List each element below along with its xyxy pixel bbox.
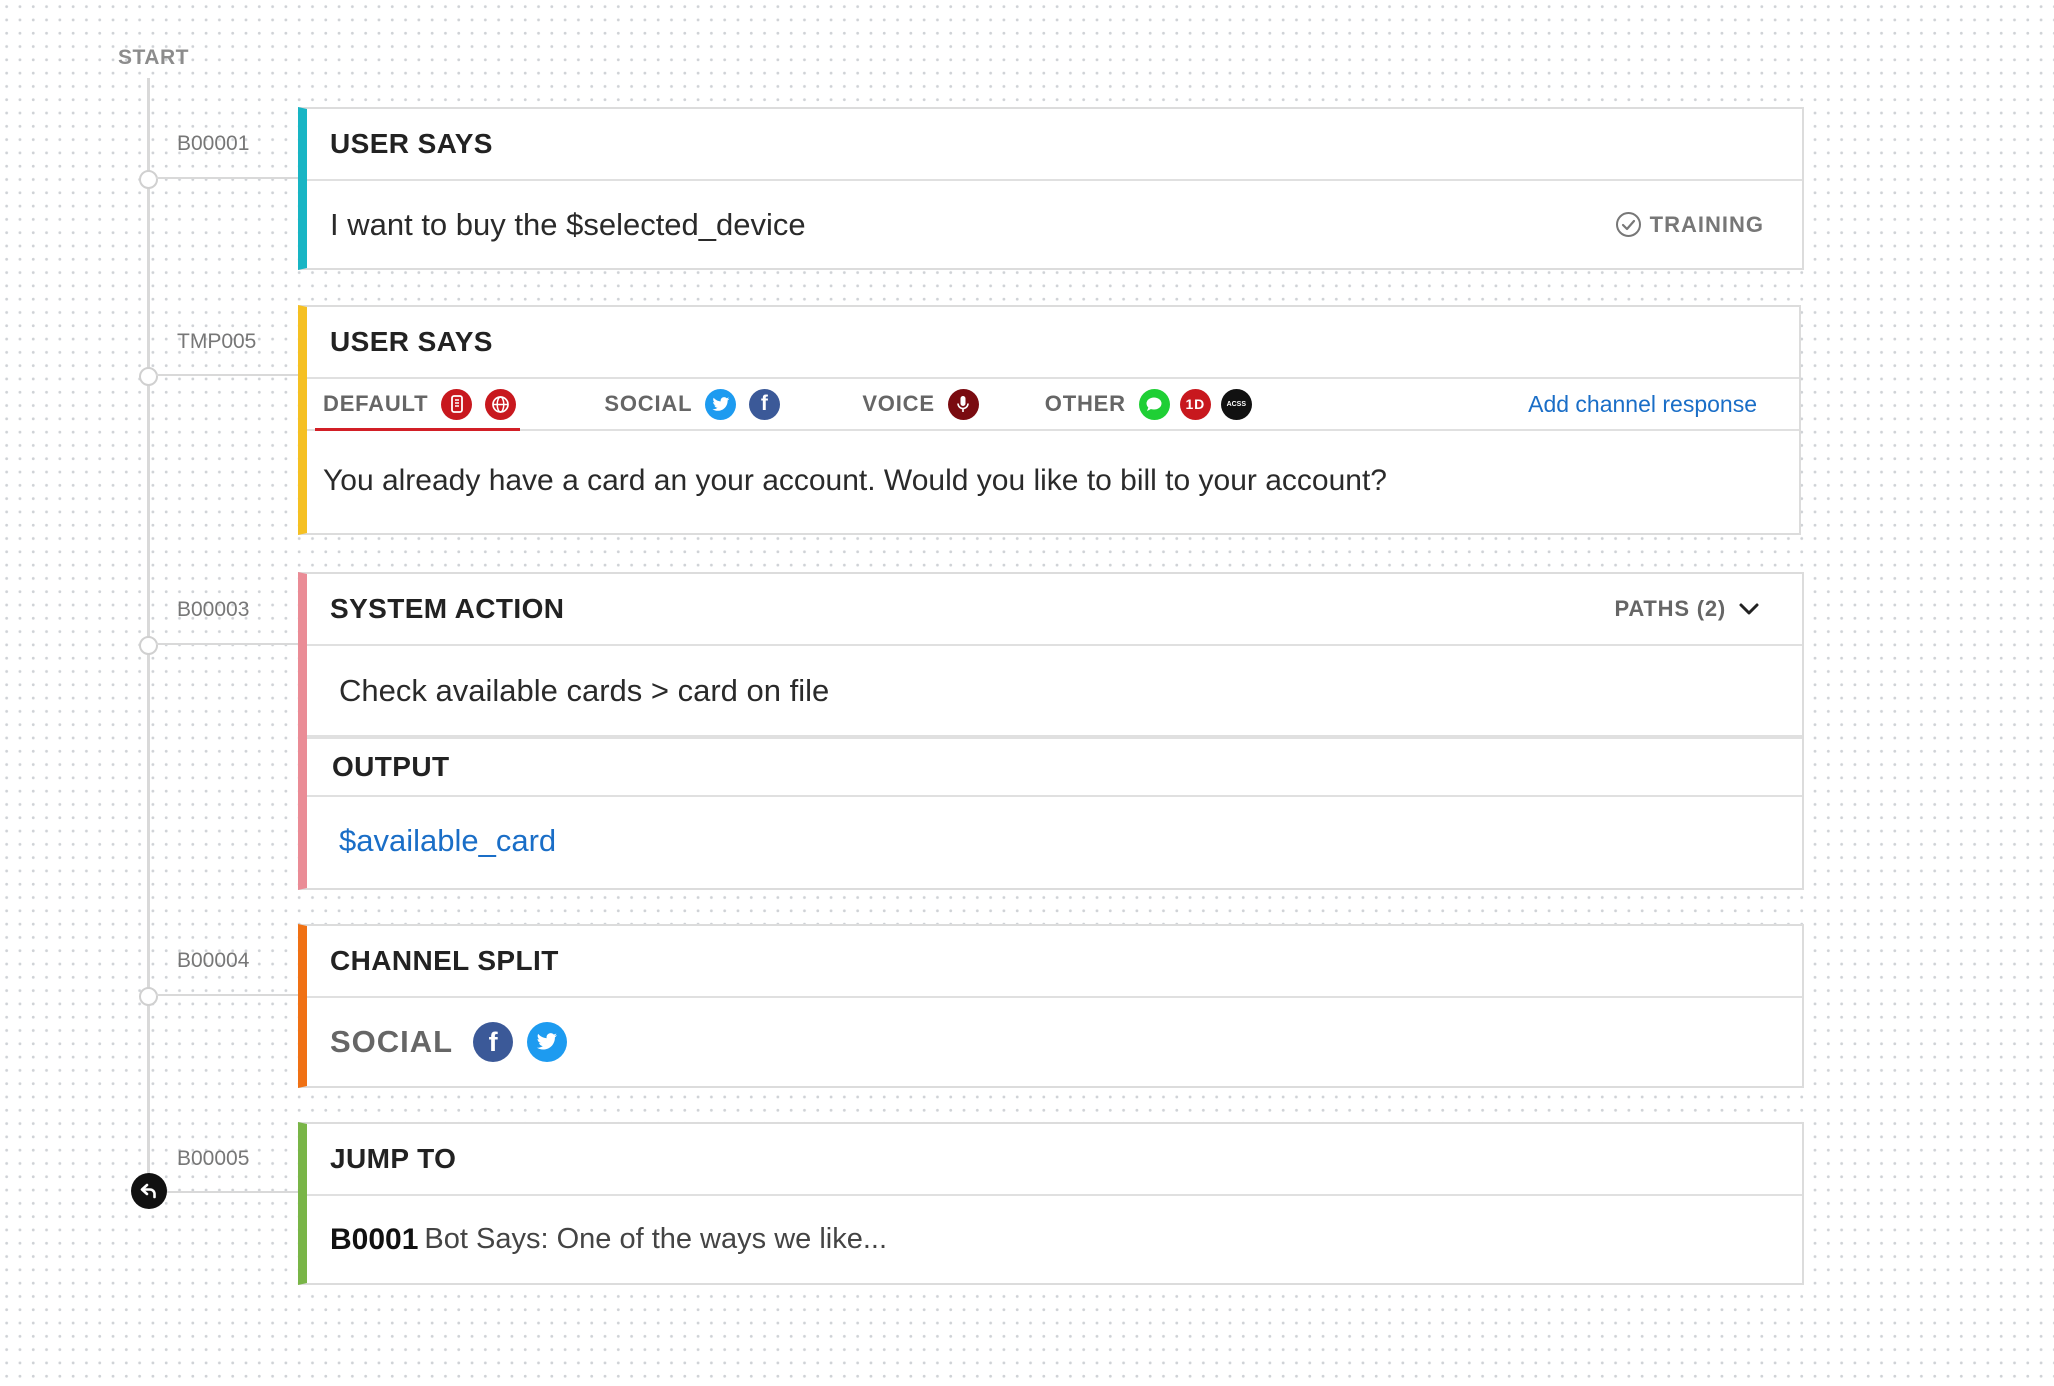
microphone-icon	[947, 388, 979, 420]
status-label: TRAINING	[1649, 211, 1764, 237]
card-title: USER SAYS	[330, 326, 493, 357]
timeline-node[interactable]	[139, 367, 158, 386]
check-circle-icon	[1615, 211, 1642, 238]
timeline-start-label: START	[118, 46, 189, 69]
user-utterance[interactable]: I want to buy the $selected_device	[330, 207, 806, 243]
timeline-connector	[156, 177, 298, 179]
output-body: $available_card	[307, 797, 1802, 884]
card-body: I want to buy the $selected_device TRAIN…	[307, 181, 1802, 268]
timeline-connector	[156, 643, 298, 645]
card-body: You already have a card an your account.…	[307, 431, 1799, 531]
timeline-connector	[156, 994, 298, 996]
timeline-node[interactable]	[139, 636, 158, 655]
block-id: B00005	[177, 1147, 250, 1170]
user-says-channels-card[interactable]: USER SAYS DEFAULT SOCIAL f VOICE OTHER 1…	[298, 305, 1801, 535]
action-body: Check available cards > card on file	[307, 646, 1802, 739]
chevron-down-icon	[1738, 602, 1760, 616]
block-id: TMP005	[177, 330, 257, 353]
card-header: USER SAYS	[307, 109, 1802, 181]
card-body: SOCIAL f	[307, 998, 1802, 1086]
card-title: CHANNEL SPLIT	[330, 945, 559, 976]
mobile-icon	[441, 388, 473, 420]
messages-icon	[1138, 388, 1170, 420]
user-says-card[interactable]: USER SAYS I want to buy the $selected_de…	[298, 107, 1804, 270]
card-title: JUMP TO	[330, 1143, 457, 1174]
card-title: SYSTEM ACTION	[330, 593, 565, 624]
block-id: B00001	[177, 132, 250, 155]
facebook-icon[interactable]: f	[473, 1022, 514, 1062]
card-body: B0001 Bot Says: One of the ways we like.…	[307, 1196, 1802, 1283]
tab-other[interactable]: OTHER 1D ACSS	[1045, 379, 1252, 429]
tab-label: DEFAULT	[323, 391, 429, 416]
paths-dropdown[interactable]: PATHS (2)	[1615, 596, 1761, 622]
channel-label: SOCIAL	[330, 1024, 454, 1059]
system-action-card[interactable]: SYSTEM ACTION PATHS (2) Check available …	[298, 572, 1804, 890]
training-status[interactable]: TRAINING	[1615, 211, 1764, 238]
card-title: USER SAYS	[330, 128, 493, 159]
globe-icon	[485, 388, 517, 420]
jump-to-card[interactable]: JUMP TO B0001 Bot Says: One of the ways …	[298, 1122, 1804, 1285]
block-id: B00004	[177, 949, 250, 972]
jump-back-icon[interactable]	[131, 1173, 167, 1209]
tab-label: SOCIAL	[604, 391, 693, 416]
tab-label: OTHER	[1044, 391, 1126, 416]
card-header: CHANNEL SPLIT	[307, 926, 1802, 998]
output-header: OUTPUT	[307, 739, 1802, 797]
action-text[interactable]: Check available cards > card on file	[339, 673, 829, 709]
tab-label: VOICE	[862, 391, 935, 416]
jump-target-text: Bot Says: One of the ways we like...	[424, 1223, 888, 1255]
paths-label: PATHS (2)	[1614, 596, 1726, 621]
channel-split-card[interactable]: CHANNEL SPLIT SOCIAL f	[298, 924, 1804, 1088]
card-header: USER SAYS	[307, 307, 1799, 379]
block-id: B00003	[177, 598, 250, 621]
card-header: JUMP TO	[307, 1124, 1802, 1196]
jump-target-id[interactable]: B0001	[330, 1223, 418, 1257]
timeline-node[interactable]	[139, 170, 158, 189]
tab-voice[interactable]: VOICE	[862, 379, 979, 429]
add-channel-response-link[interactable]: Add channel response	[1528, 391, 1757, 418]
tab-social[interactable]: SOCIAL f	[604, 379, 781, 429]
timeline-spine	[147, 78, 150, 1190]
output-title: OUTPUT	[332, 751, 450, 782]
timeline-node[interactable]	[139, 987, 158, 1006]
tab-default[interactable]: DEFAULT	[314, 379, 521, 431]
timeline-connector	[156, 1191, 298, 1193]
acss-icon: ACSS	[1220, 388, 1252, 420]
card-header: SYSTEM ACTION PATHS (2)	[307, 574, 1802, 646]
twitter-icon	[705, 388, 737, 420]
output-variable[interactable]: $available_card	[339, 823, 556, 859]
channel-tabs: DEFAULT SOCIAL f VOICE OTHER 1D ACSS Add…	[307, 379, 1799, 431]
1d-icon: 1D	[1179, 388, 1211, 420]
bot-response-text[interactable]: You already have a card an your account.…	[323, 464, 1387, 498]
timeline-connector	[156, 374, 298, 376]
facebook-icon: f	[749, 388, 781, 420]
twitter-icon[interactable]	[527, 1022, 568, 1062]
